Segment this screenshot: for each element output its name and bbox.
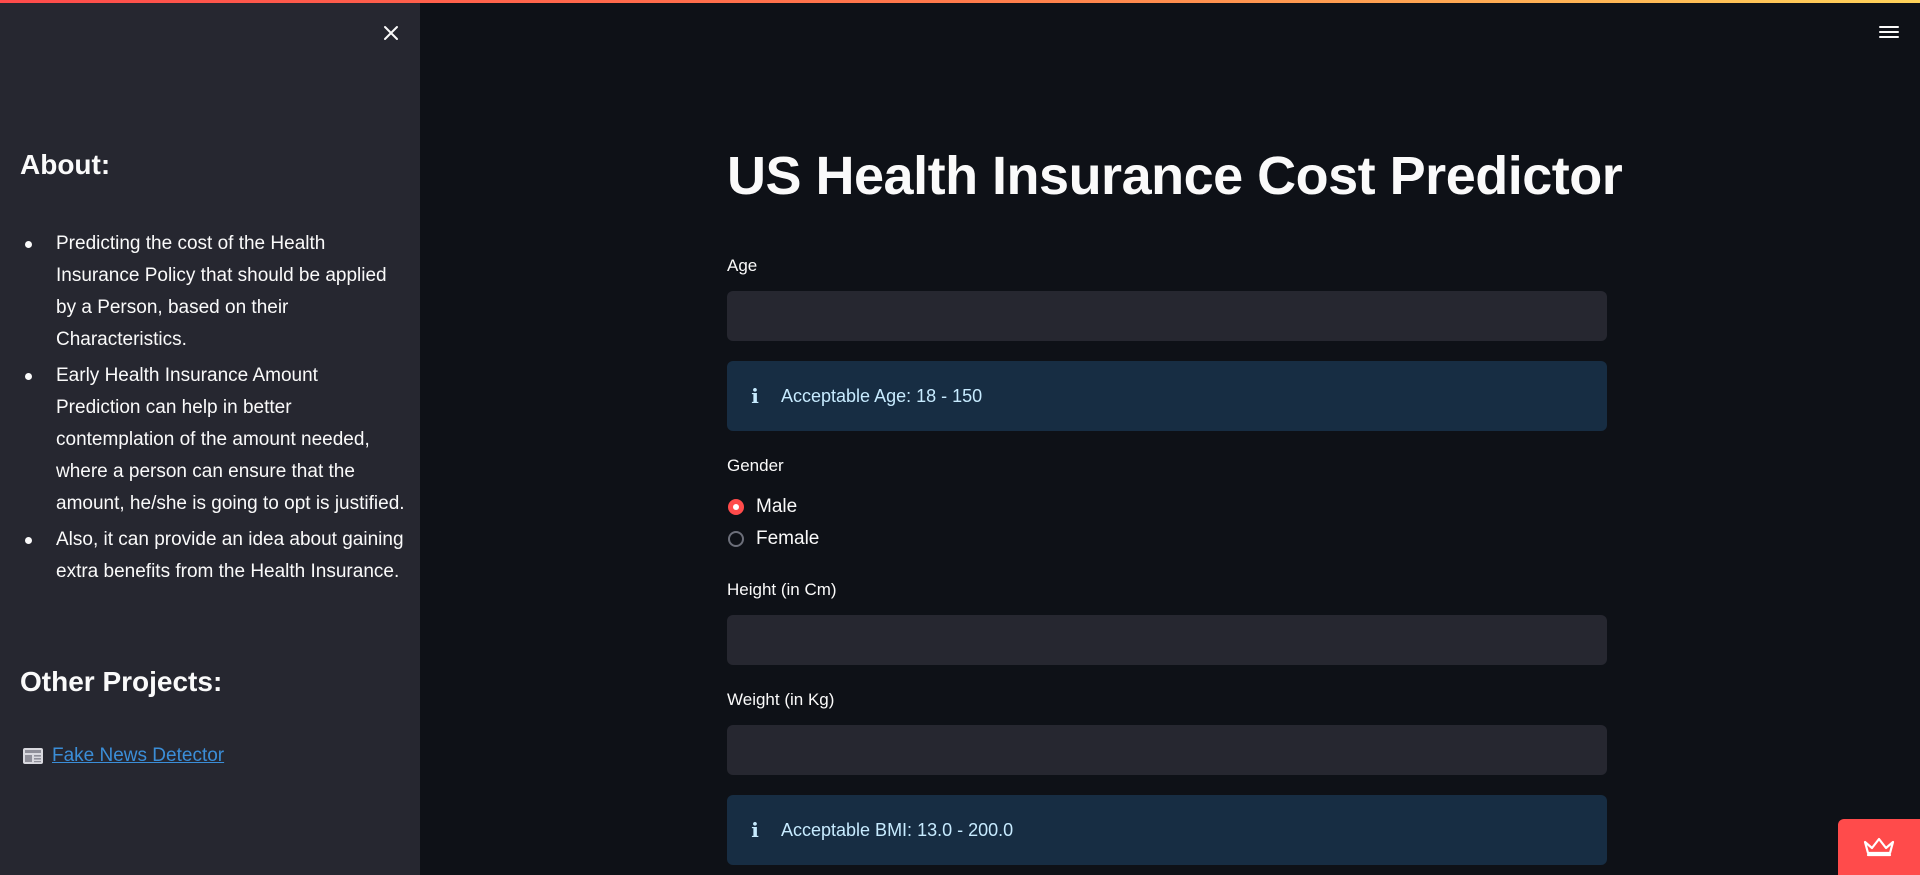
info-icon: i bbox=[751, 818, 759, 842]
age-input[interactable] bbox=[727, 291, 1607, 341]
radio-unselected-indicator bbox=[728, 531, 744, 547]
radio-selected-indicator bbox=[728, 499, 744, 515]
age-info-text: Acceptable Age: 18 - 150 bbox=[781, 385, 983, 406]
newspaper-icon bbox=[23, 748, 43, 764]
hamburger-menu-icon bbox=[1879, 26, 1899, 38]
sidebar: About: Predicting the cost of the Health… bbox=[0, 0, 420, 875]
age-info-alert: i Acceptable Age: 18 - 150 bbox=[727, 361, 1607, 431]
other-projects-heading: Other Projects: bbox=[20, 666, 223, 697]
info-icon: i bbox=[751, 384, 759, 408]
gender-label: Gender bbox=[727, 456, 784, 475]
bmi-info-alert: i Acceptable BMI: 13.0 - 200.0 bbox=[727, 795, 1607, 865]
height-label: Height (in Cm) bbox=[727, 580, 837, 599]
height-input[interactable] bbox=[727, 615, 1607, 665]
gender-radio-male[interactable]: Male bbox=[728, 496, 797, 518]
crown-icon bbox=[1863, 837, 1895, 857]
about-list: Predicting the cost of the Health Insura… bbox=[20, 228, 405, 592]
gender-option-label: Male bbox=[756, 496, 798, 517]
page-title: US Health Insurance Cost Predictor bbox=[727, 146, 1623, 206]
gender-radio-female[interactable]: Female bbox=[728, 528, 819, 550]
age-label: Age bbox=[727, 256, 758, 275]
project-link-row: Fake News Detector bbox=[22, 745, 224, 767]
list-item: Also, it can provide an idea about gaini… bbox=[20, 524, 405, 588]
about-heading: About: bbox=[20, 149, 111, 180]
weight-input[interactable] bbox=[727, 725, 1607, 775]
top-decoration-bar bbox=[0, 0, 1920, 3]
close-sidebar-button[interactable] bbox=[378, 20, 404, 46]
bmi-info-text: Acceptable BMI: 13.0 - 200.0 bbox=[781, 819, 1014, 840]
gender-option-label: Female bbox=[756, 528, 820, 549]
fake-news-detector-link[interactable]: Fake News Detector bbox=[52, 745, 224, 767]
list-item: Early Health Insurance Amount Prediction… bbox=[20, 360, 405, 520]
streamlit-badge-button[interactable] bbox=[1838, 819, 1920, 875]
weight-label: Weight (in Kg) bbox=[727, 690, 835, 709]
close-icon bbox=[384, 26, 398, 40]
list-item: Predicting the cost of the Health Insura… bbox=[20, 228, 405, 356]
main-menu-button[interactable] bbox=[1876, 20, 1902, 44]
